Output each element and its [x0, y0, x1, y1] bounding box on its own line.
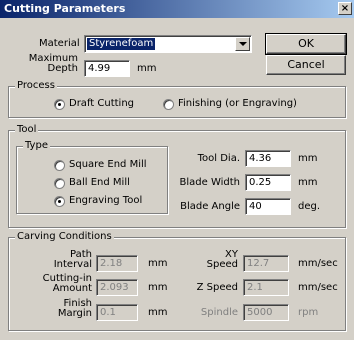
carving-group-title: Carving Conditions — [15, 231, 114, 242]
cutting-in-input[interactable]: 2.093 — [96, 279, 138, 296]
spindle-label: Spindle — [200, 307, 238, 318]
finishing-radio[interactable] — [163, 99, 174, 110]
title-bar: Cutting Parameters × — [0, 0, 354, 18]
cutting-in-label: Cutting-in Amount — [20, 274, 92, 294]
spindle-input: 5000 — [243, 304, 289, 321]
material-label: Material — [39, 38, 80, 49]
cutting-in-unit: mm — [148, 282, 168, 293]
finish-margin-input[interactable]: 0.1 — [96, 304, 138, 321]
z-speed-label: Z Speed — [196, 282, 238, 293]
blade-width-label: Blade Width — [179, 177, 241, 188]
cutting-in-label-line2: Amount — [52, 283, 92, 294]
cancel-button[interactable]: Cancel — [266, 55, 346, 75]
xy-speed-label: XY Speed — [170, 250, 238, 270]
max-depth-label: Maximum Depth — [18, 54, 78, 74]
tool-type-group-title: Type — [23, 140, 50, 151]
process-group-title: Process — [15, 80, 57, 91]
finish-margin-label-line2: Margin — [57, 308, 92, 319]
tool-dia-label: Tool Dia. — [197, 153, 240, 164]
engraving-tool-radio[interactable] — [54, 196, 65, 207]
tool-dia-unit: mm — [298, 153, 318, 164]
finish-margin-label: Finish Margin — [20, 299, 92, 319]
spindle-unit: rpm — [298, 307, 319, 318]
z-speed-input[interactable]: 2.1 — [243, 279, 289, 296]
window-title: Cutting Parameters — [4, 2, 126, 15]
square-end-mill-label: Square End Mill — [69, 159, 147, 170]
close-icon[interactable]: × — [338, 2, 352, 15]
path-interval-label-line2: Interval — [53, 259, 92, 270]
finish-margin-unit: mm — [148, 307, 168, 318]
ok-button[interactable]: OK — [265, 33, 347, 55]
xy-speed-label-line2: Speed — [206, 259, 238, 270]
max-depth-unit: mm — [137, 63, 157, 74]
material-value: Styrenefoam — [87, 38, 156, 50]
blade-angle-label: Blade Angle — [180, 201, 240, 212]
finishing-label: Finishing (or Engraving) — [178, 98, 297, 109]
tool-group-title: Tool — [15, 124, 39, 135]
blade-angle-unit: deg. — [298, 201, 321, 212]
ball-end-mill-radio[interactable] — [54, 178, 65, 189]
square-end-mill-radio[interactable] — [54, 160, 65, 171]
blade-width-input[interactable]: 0.25 — [245, 174, 291, 191]
blade-width-unit: mm — [298, 177, 318, 188]
xy-speed-unit: mm/sec — [298, 258, 338, 269]
draft-cutting-label: Draft Cutting — [69, 98, 135, 109]
max-depth-label-line2: Depth — [47, 63, 78, 74]
blade-angle-input[interactable]: 40 — [245, 198, 291, 215]
z-speed-unit: mm/sec — [298, 282, 338, 293]
path-interval-label: Path Interval — [20, 250, 92, 270]
engraving-tool-label: Engraving Tool — [69, 195, 143, 206]
tool-dia-input[interactable]: 4.36 — [245, 150, 291, 167]
draft-cutting-radio[interactable] — [54, 99, 65, 110]
xy-speed-input[interactable]: 12.7 — [243, 255, 289, 272]
path-interval-unit: mm — [148, 258, 168, 269]
material-select[interactable]: Styrenefoam — [84, 35, 252, 53]
path-interval-input[interactable]: 2.18 — [96, 255, 138, 272]
ball-end-mill-label: Ball End Mill — [69, 177, 130, 188]
max-depth-input[interactable]: 4.99 — [84, 60, 130, 77]
chevron-down-icon[interactable] — [235, 37, 250, 51]
